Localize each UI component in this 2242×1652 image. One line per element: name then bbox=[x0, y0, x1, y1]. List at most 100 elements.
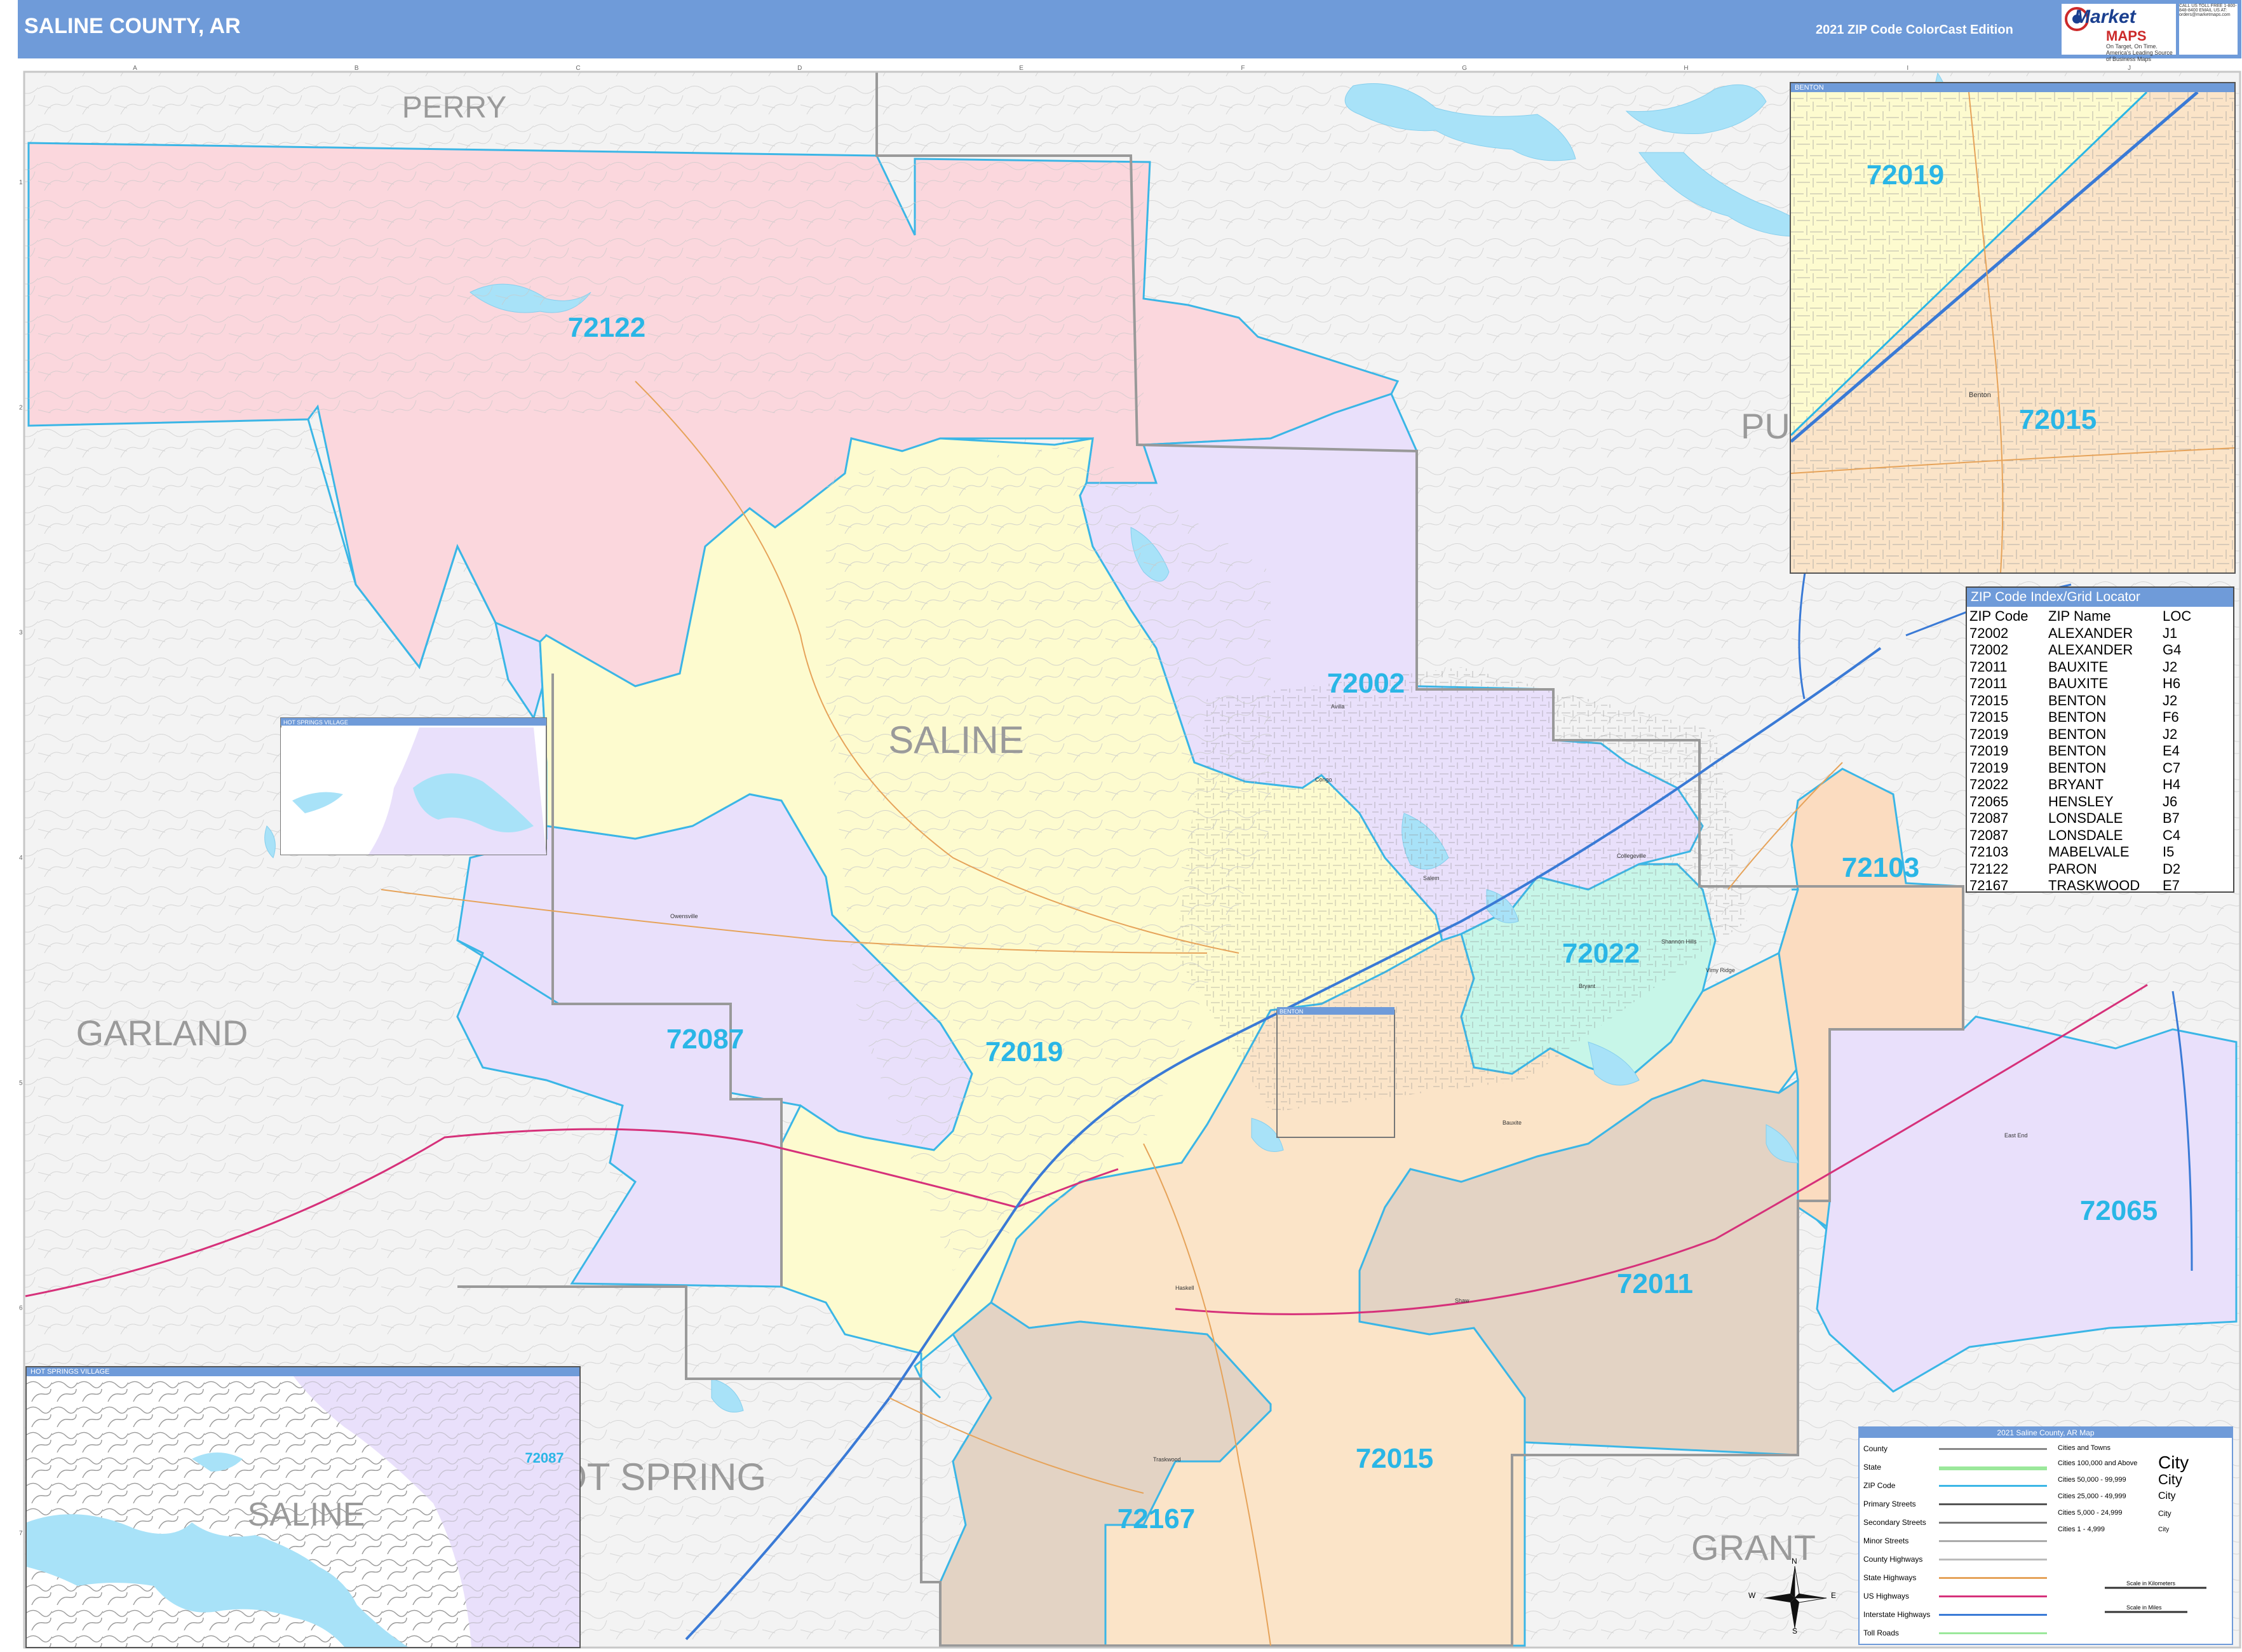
zip-index-row[interactable]: 72015 BENTON F6 bbox=[1969, 709, 2191, 726]
zip-index-loc: J2 bbox=[2163, 692, 2178, 708]
grid-letter-E: E bbox=[1019, 65, 1023, 72]
zip-index-name: ALEXANDER bbox=[2048, 642, 2133, 658]
legend-city-class: Cities 100,000 and Above bbox=[2058, 1459, 2138, 1467]
zip-index-name: TRASKWOOD bbox=[2048, 877, 2140, 894]
zip-label-72011[interactable]: 72011 bbox=[1617, 1268, 1693, 1299]
zip-label-72122[interactable]: 72122 bbox=[568, 312, 645, 343]
legend-city-class: Cities 5,000 - 24,999 bbox=[2058, 1509, 2123, 1517]
legend-city-symbol: City bbox=[2158, 1526, 2170, 1534]
legend-city-symbol: City bbox=[2158, 1472, 2182, 1488]
town-collegeville: Collegeville bbox=[1617, 853, 1646, 859]
zip-index-name: BAUXITE bbox=[2048, 658, 2109, 675]
zip-index-name: ALEXANDER bbox=[2048, 625, 2133, 641]
zip-label-72167[interactable]: 72167 bbox=[1118, 1503, 1195, 1534]
zip-index-loc: E4 bbox=[2163, 743, 2180, 759]
zip-index-row[interactable]: 72065 HENSLEY J6 bbox=[1969, 794, 2191, 811]
zip-index-row[interactable]: 72087 LONSDALE C4 bbox=[1969, 827, 2191, 844]
hsv-locator-title: HOT SPRINGS VILLAGE bbox=[283, 719, 348, 726]
grid-number-6: 6 bbox=[19, 1305, 23, 1312]
zip-index-row[interactable]: 72122 PARON D2 bbox=[1969, 861, 2191, 878]
benton-inset-title: BENTON bbox=[1791, 83, 2234, 92]
zip-index-row[interactable]: 72167 TRASKWOOD E7 bbox=[1969, 877, 2191, 895]
town-east-end: East End bbox=[2004, 1132, 2028, 1139]
town-bryant: Bryant bbox=[1579, 983, 1596, 989]
hsv-county-label: SALINE bbox=[248, 1496, 365, 1533]
zip-index-zip: 72002 bbox=[1969, 642, 2009, 658]
benton-inset[interactable]: BENTON 72019 72015 Benton bbox=[1790, 82, 2236, 574]
zip-index-zip: 72065 bbox=[1969, 793, 2009, 809]
legend-swatch bbox=[1939, 1466, 2047, 1470]
zip-index-loc: E7 bbox=[2163, 877, 2180, 894]
town-owensville: Owensville bbox=[670, 913, 698, 919]
legend-swatch bbox=[1939, 1448, 2047, 1450]
legend-scale-km: Scale in Kilometers bbox=[2126, 1580, 2176, 1587]
zip-label-72065[interactable]: 72065 bbox=[2080, 1195, 2158, 1226]
benton-zip-72015[interactable]: 72015 bbox=[2019, 404, 2097, 435]
legend-city-symbol: City bbox=[2158, 1491, 2176, 1502]
zip-label-72103[interactable]: 72103 bbox=[1842, 852, 1919, 883]
map-legend: 2021 Saline County, AR Map County State ZI… bbox=[1858, 1426, 2233, 1645]
zip-label-72019[interactable]: 72019 bbox=[985, 1036, 1063, 1067]
zip-index-name: BAUXITE bbox=[2048, 675, 2109, 692]
zip-label-72002[interactable]: 72002 bbox=[1327, 668, 1405, 699]
county-label-saline: SALINE bbox=[888, 719, 1023, 761]
town-traskwood: Traskwood bbox=[1153, 1456, 1181, 1463]
hsv-zip-label[interactable]: 72087 bbox=[525, 1450, 564, 1466]
benton-zip-72019[interactable]: 72019 bbox=[1867, 159, 1944, 191]
compass-rose-icon bbox=[1763, 1566, 1827, 1630]
benton-inset-svg: 72019 72015 Benton bbox=[1791, 92, 2234, 572]
zip-index-row[interactable]: 72011 BAUXITE H6 bbox=[1969, 675, 2191, 693]
zip-index-loc: C4 bbox=[2163, 827, 2181, 843]
grid-number-7: 7 bbox=[19, 1530, 23, 1537]
zip-index-loc: I5 bbox=[2163, 844, 2175, 860]
zip-index-name: BENTON bbox=[2048, 726, 2107, 742]
legend-item: Primary Streets bbox=[1863, 1500, 1916, 1508]
town-vimy-ridge: Vimy Ridge bbox=[1706, 967, 1735, 973]
grid-letter-J: J bbox=[2128, 65, 2131, 72]
zip-index-zip: 72103 bbox=[1969, 844, 2009, 860]
legend-swatch bbox=[1939, 1503, 2047, 1505]
zip-code-index[interactable]: ZIP Code Index/Grid Locator ZIP Code ZIP… bbox=[1966, 586, 2234, 893]
grid-number-5: 5 bbox=[19, 1080, 23, 1087]
zip-index-zip: 72015 bbox=[1969, 692, 2009, 708]
hsv-inset[interactable]: HOT SPRINGS VILLAGE SALINE 72087 bbox=[25, 1366, 581, 1648]
zip-index-row[interactable]: 72011 BAUXITE J2 bbox=[1969, 659, 2191, 676]
county-label-garland: GARLAND bbox=[76, 1013, 248, 1053]
zip-index-row[interactable]: 72002 ALEXANDER G4 bbox=[1969, 642, 2191, 659]
legend-scale-mi: Scale in Miles bbox=[2126, 1604, 2162, 1611]
zip-index-row[interactable]: 72019 BENTON J2 bbox=[1969, 726, 2191, 743]
zip-index-row[interactable]: 72022 BRYANT H4 bbox=[1969, 776, 2191, 794]
benton-town: Benton bbox=[1969, 391, 1991, 399]
zip-label-72022[interactable]: 72022 bbox=[1562, 938, 1640, 969]
town-congo: Congo bbox=[1315, 776, 1332, 783]
zip-index-name: MABELVALE bbox=[2048, 844, 2130, 860]
legend-item: ZIP Code bbox=[1863, 1481, 1896, 1490]
zip-index-name: BRYANT bbox=[2048, 776, 2104, 793]
legend-city-class: Cities 1 - 4,999 bbox=[2058, 1526, 2105, 1533]
legend-swatch bbox=[1939, 1485, 2047, 1487]
zip-label-72015[interactable]: 72015 bbox=[1356, 1443, 1433, 1474]
grid-letter-F: F bbox=[1241, 65, 1245, 72]
zip-index-table: ZIP Code ZIP Name LOC 72002 ALEXANDER J1 72… bbox=[1969, 608, 2191, 895]
col-header-zip: ZIP Code bbox=[1969, 608, 2029, 625]
zip-index-row[interactable]: 72019 BENTON C7 bbox=[1969, 760, 2191, 777]
zip-index-loc: J2 bbox=[2163, 726, 2178, 742]
grid-number-4: 4 bbox=[19, 855, 23, 862]
zip-index-zip: 72019 bbox=[1969, 759, 2009, 776]
zip-index-name: BENTON bbox=[2048, 743, 2107, 759]
county-label-pulaski: PU bbox=[1741, 406, 1790, 446]
zip-index-zip: 72022 bbox=[1969, 776, 2009, 793]
legend-item: County bbox=[1863, 1444, 1888, 1453]
zip-label-72087[interactable]: 72087 bbox=[666, 1024, 744, 1055]
benton-locator-title: BENTON bbox=[1280, 1008, 1303, 1015]
zip-index-row[interactable]: 72103 MABELVALE I5 bbox=[1969, 844, 2191, 861]
zip-index-row[interactable]: 72015 BENTON J2 bbox=[1969, 693, 2191, 710]
zip-index-header-row: ZIP Code ZIP Name LOC bbox=[1969, 608, 2191, 625]
zip-index-row[interactable]: 72019 BENTON E4 bbox=[1969, 743, 2191, 760]
zip-index-row[interactable]: 72002 ALEXANDER J1 bbox=[1969, 625, 2191, 642]
legend-swatch bbox=[1939, 1632, 2047, 1634]
town-avilla: Avilla bbox=[1331, 703, 1344, 710]
grid-letter-H: H bbox=[1684, 65, 1688, 72]
legend-item: US Highways bbox=[1863, 1592, 1910, 1601]
zip-index-row[interactable]: 72087 LONSDALE B7 bbox=[1969, 810, 2191, 827]
